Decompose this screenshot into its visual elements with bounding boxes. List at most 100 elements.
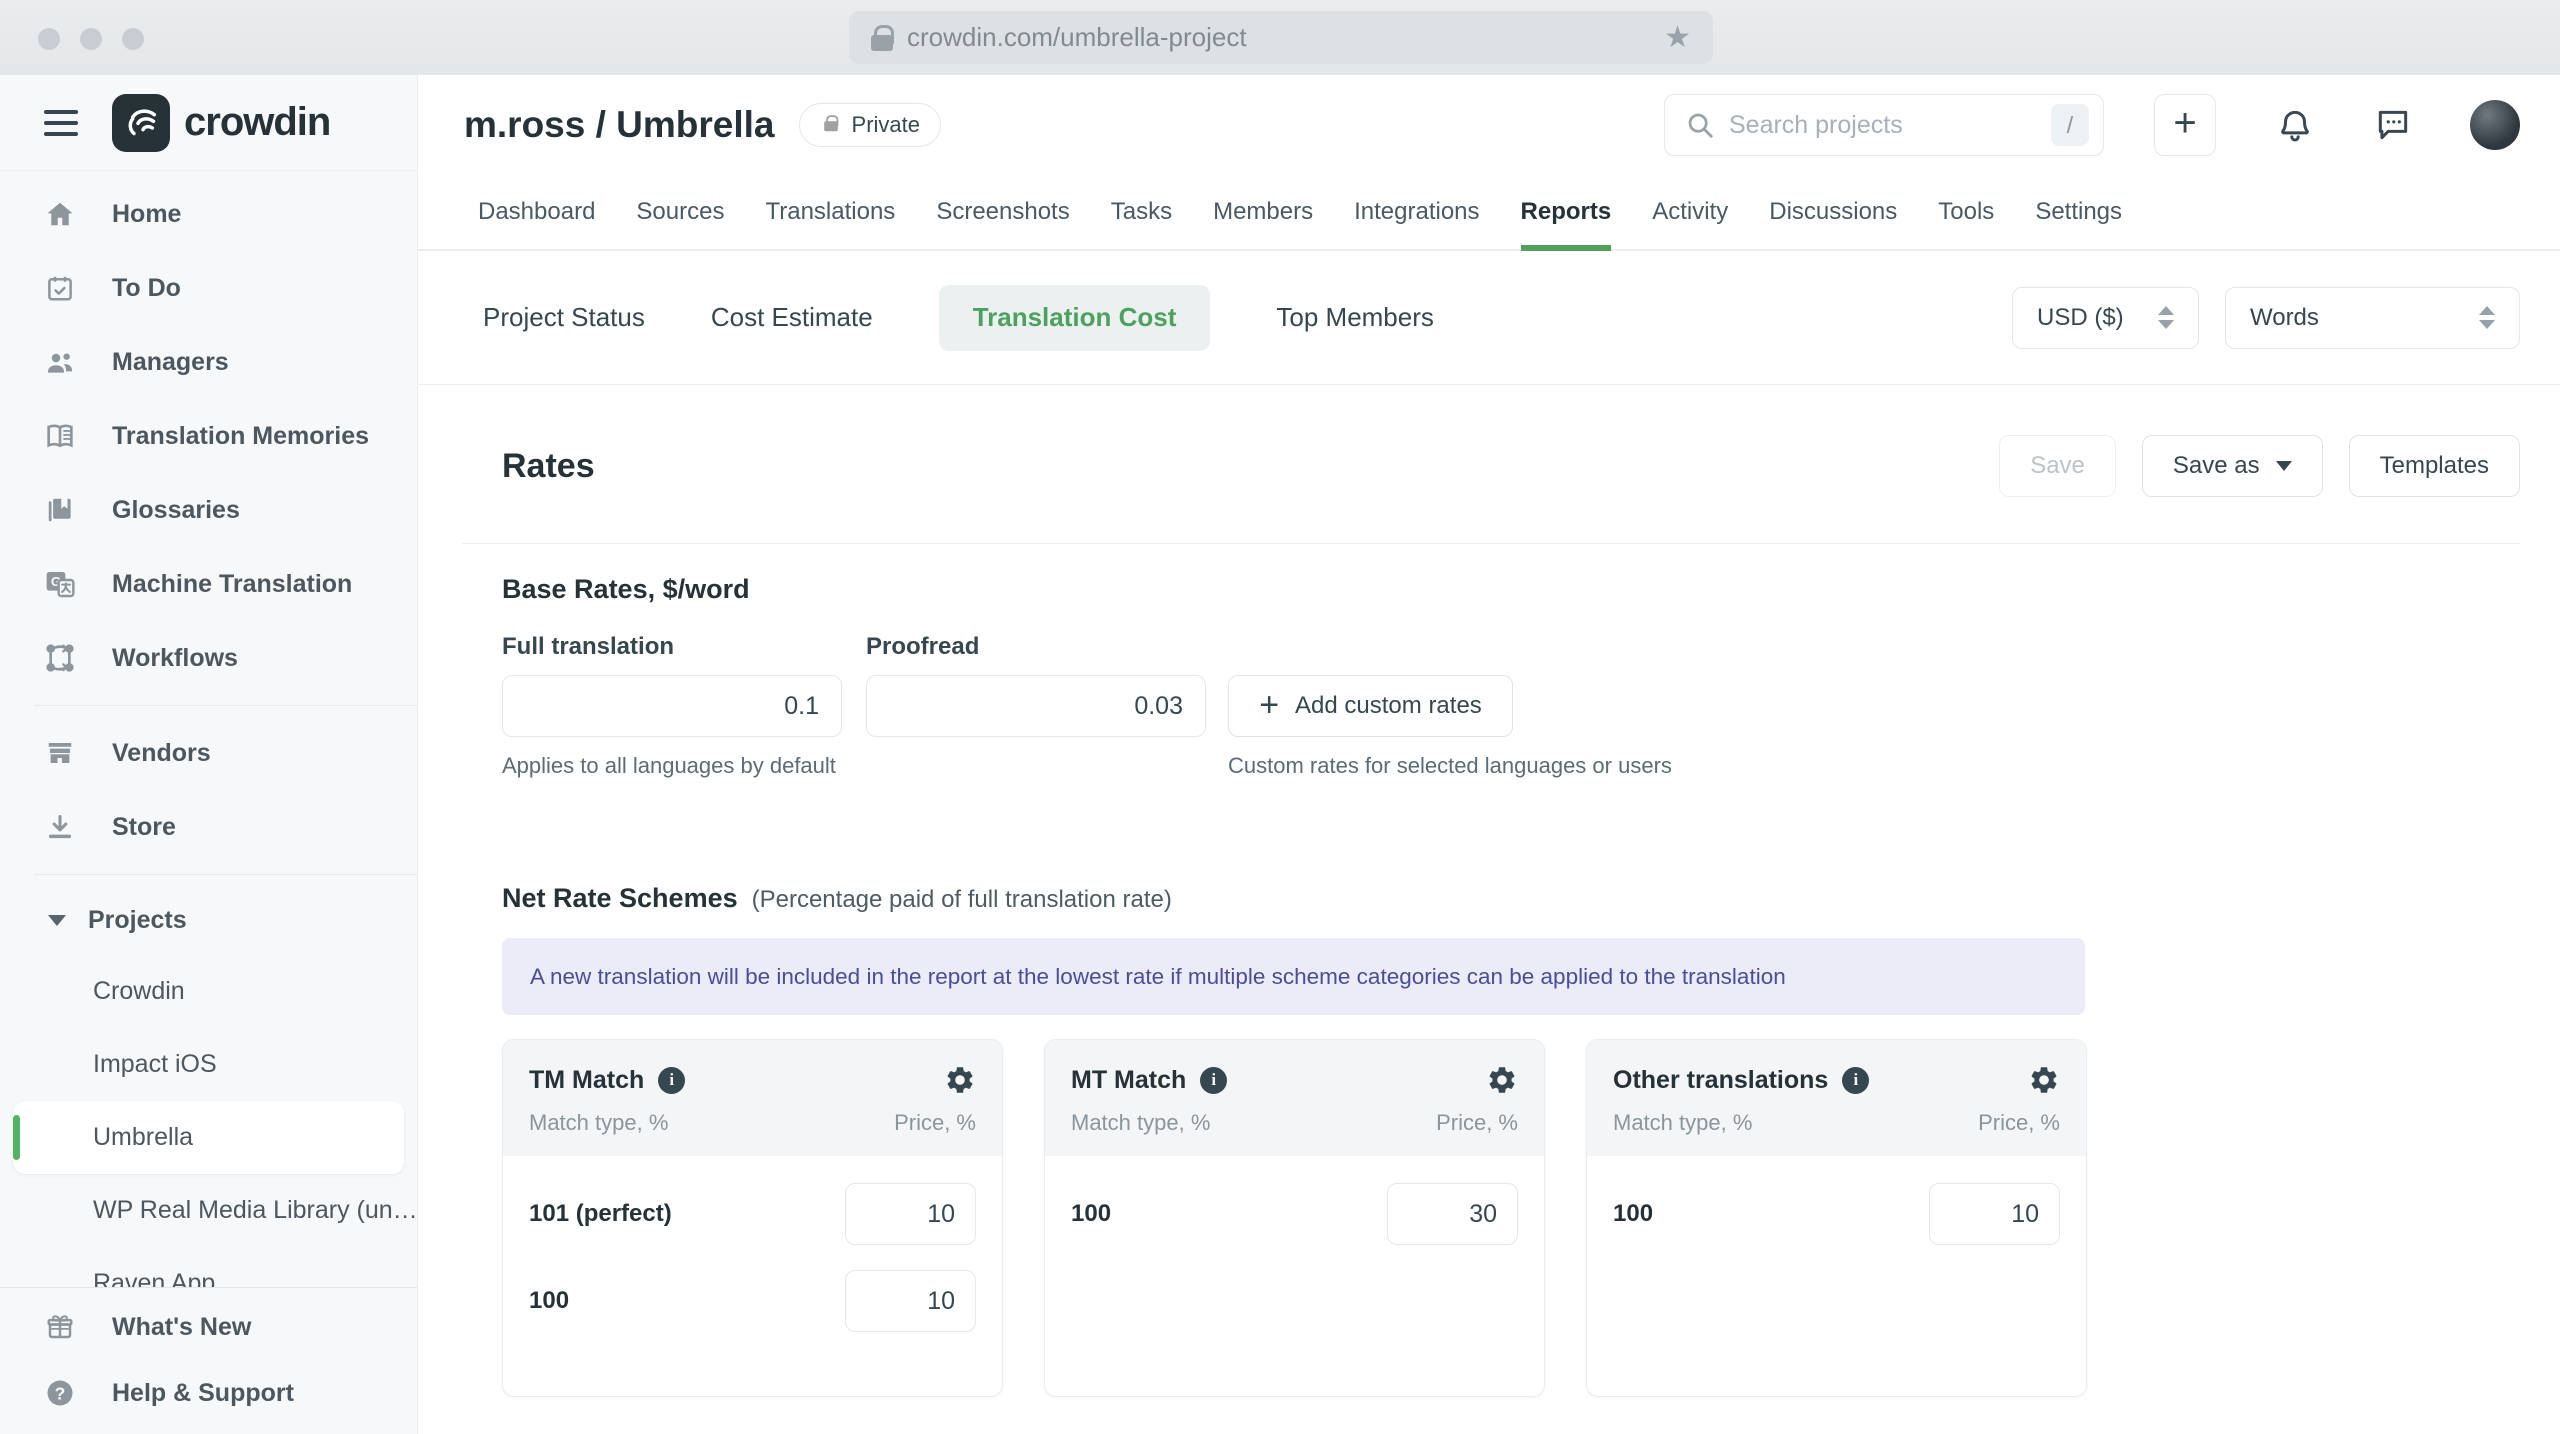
sidebar: crowdin Home To Do Managers Translation … [0, 75, 418, 1434]
sidebar-item-home[interactable]: Home [0, 177, 417, 251]
currency-select[interactable]: USD ($) [2012, 286, 2199, 349]
question-circle-icon: ? [44, 1377, 76, 1409]
tab-discussions[interactable]: Discussions [1769, 175, 1897, 249]
sidebar-item-help-support[interactable]: ? Help & Support [0, 1360, 417, 1426]
rates-panel: Rates Save Save as Templates Base Rates,… [418, 385, 2560, 1434]
subtab-translation-cost[interactable]: Translation Cost [938, 284, 1211, 351]
project-item-raven-app[interactable]: Raven App [0, 1247, 417, 1287]
price-column-header: Price, % [1978, 1110, 2060, 1135]
hamburger-menu-icon[interactable] [44, 109, 78, 136]
sidebar-footer: What's New ? Help & Support [0, 1287, 417, 1434]
price-column-header: Price, % [1436, 1110, 1518, 1135]
gift-icon [44, 1311, 76, 1343]
proofread-rate-input[interactable] [866, 675, 1206, 737]
home-icon [44, 198, 76, 230]
reports-subtabs: Project Status Cost Estimate Translation… [418, 251, 2560, 385]
sidebar-item-glossaries[interactable]: Glossaries [0, 473, 417, 547]
tab-activity[interactable]: Activity [1652, 175, 1728, 249]
bookmark-star-icon[interactable] [1664, 20, 1691, 55]
projects-group-toggle[interactable]: Projects [0, 885, 417, 955]
sidebar-item-todo[interactable]: To Do [0, 251, 417, 325]
tab-members[interactable]: Members [1213, 175, 1313, 249]
sidebar-item-workflows[interactable]: Workflows [0, 621, 417, 695]
price-column-header: Price, % [894, 1110, 976, 1135]
search-input[interactable] [1729, 110, 2037, 140]
card-title: MT Match [1071, 1065, 1187, 1094]
base-rates-heading: Base Rates, $/word [502, 574, 750, 604]
full-translation-rate-input[interactable] [502, 675, 842, 737]
info-icon[interactable] [1200, 1066, 1228, 1094]
messages-chat-icon[interactable] [2374, 106, 2412, 144]
price-input[interactable] [845, 1183, 976, 1245]
tab-tools[interactable]: Tools [1938, 175, 1994, 249]
info-icon[interactable] [1842, 1066, 1870, 1094]
price-input[interactable] [1387, 1183, 1518, 1245]
price-input[interactable] [1929, 1183, 2060, 1245]
privacy-badge: Private [798, 103, 941, 147]
project-item-crowdin[interactable]: Crowdin [0, 955, 417, 1028]
tab-translations[interactable]: Translations [765, 175, 895, 249]
info-icon[interactable] [658, 1066, 686, 1094]
unit-select[interactable]: Words [2225, 286, 2520, 349]
tab-integrations[interactable]: Integrations [1354, 175, 1479, 249]
rates-title: Rates [502, 446, 595, 485]
window-controls[interactable] [38, 28, 144, 50]
active-indicator [13, 1115, 20, 1160]
project-item-wp-real-media-library[interactable]: WP Real Media Library (un… [0, 1174, 417, 1247]
sidebar-item-translation-memories[interactable]: Translation Memories [0, 399, 417, 473]
tab-screenshots[interactable]: Screenshots [936, 175, 1069, 249]
address-bar[interactable]: crowdin.com/umbrella-project [849, 11, 1713, 64]
net-rate-info-banner: A new translation will be included in th… [502, 938, 2085, 1015]
todo-calendar-icon [44, 272, 76, 304]
match-row: 101 (perfect) [529, 1183, 976, 1245]
tab-reports[interactable]: Reports [1520, 175, 1611, 251]
card-title: Other translations [1613, 1065, 1829, 1094]
tm-match-card: TM Match Match type, % Price, % [502, 1039, 1003, 1397]
card-title: TM Match [529, 1065, 645, 1094]
glossary-book-icon [44, 494, 76, 526]
project-item-impact-ios[interactable]: Impact iOS [0, 1028, 417, 1101]
download-icon [44, 811, 76, 843]
gear-icon[interactable] [2028, 1064, 2060, 1096]
save-as-button[interactable]: Save as [2141, 435, 2323, 497]
lock-icon [871, 24, 894, 51]
tab-dashboard[interactable]: Dashboard [478, 175, 595, 249]
save-button[interactable]: Save [1999, 435, 2116, 497]
sidebar-item-managers[interactable]: Managers [0, 325, 417, 399]
full-translation-label: Full translation [502, 633, 675, 660]
sidebar-divider [34, 705, 417, 706]
match-row: 100 [529, 1270, 976, 1332]
templates-button[interactable]: Templates [2348, 435, 2520, 497]
managers-people-icon [44, 346, 76, 378]
subtab-project-status[interactable]: Project Status [483, 285, 645, 351]
sidebar-item-machine-translation[interactable]: G Machine Translation [0, 547, 417, 621]
match-type-value: 100 [1613, 1200, 1654, 1227]
tab-settings[interactable]: Settings [2035, 175, 2122, 249]
gear-icon[interactable] [944, 1064, 976, 1096]
net-rate-schemes-subheading: (Percentage paid of full translation rat… [751, 886, 1172, 913]
create-project-button[interactable] [2154, 94, 2216, 156]
project-item-umbrella[interactable]: Umbrella [13, 1101, 404, 1174]
price-input[interactable] [845, 1270, 976, 1332]
sidebar-item-store[interactable]: Store [0, 790, 417, 864]
subtab-top-members[interactable]: Top Members [1276, 285, 1434, 351]
base-rate-hint: Applies to all languages by default [502, 753, 836, 778]
crowdin-logo-icon [112, 93, 170, 152]
match-type-column-header: Match type, % [1071, 1110, 1211, 1135]
net-rate-schemes-heading: Net Rate Schemes [502, 883, 738, 913]
sidebar-item-vendors[interactable]: Vendors [0, 716, 417, 790]
match-row: 100 [1071, 1183, 1518, 1245]
user-avatar[interactable] [2470, 100, 2520, 150]
match-row: 100 [1613, 1183, 2060, 1245]
breadcrumb: m.ross / Umbrella [464, 104, 775, 145]
crowdin-logo[interactable]: crowdin [112, 93, 331, 152]
url-text: crowdin.com/umbrella-project [907, 22, 1247, 52]
tab-sources[interactable]: Sources [636, 175, 724, 249]
subtab-cost-estimate[interactable]: Cost Estimate [711, 285, 873, 351]
add-custom-rates-button[interactable]: Add custom rates [1228, 675, 1513, 737]
notifications-bell-icon[interactable] [2276, 106, 2314, 144]
gear-icon[interactable] [1486, 1064, 1518, 1096]
search-icon [1688, 113, 1713, 138]
sidebar-item-whats-new[interactable]: What's New [0, 1294, 417, 1360]
tab-tasks[interactable]: Tasks [1111, 175, 1172, 249]
